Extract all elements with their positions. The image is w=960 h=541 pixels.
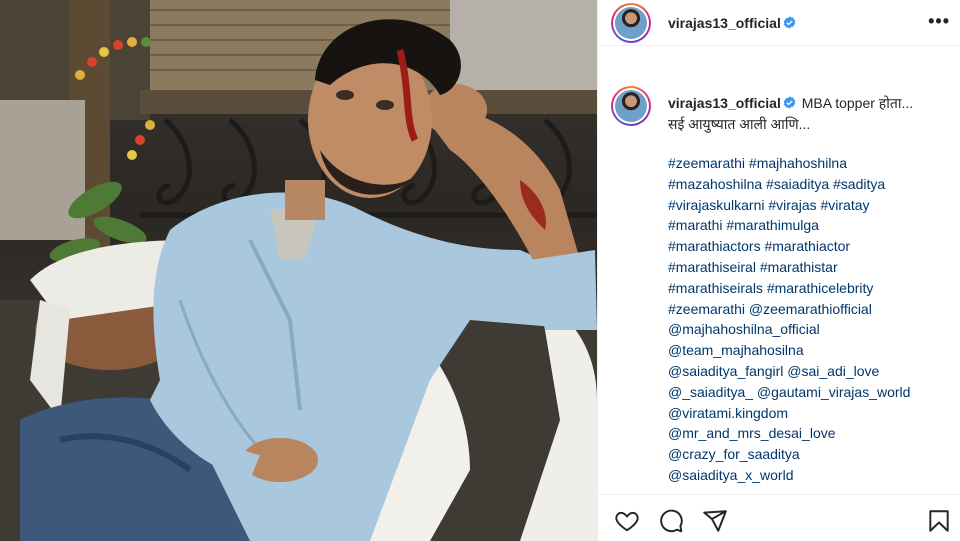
mention-line[interactable]: @mr_and_mrs_desai_love	[668, 423, 953, 444]
caption-text-line1: MBA topper होता...	[801, 95, 914, 111]
caption-username[interactable]: virajas13_official	[668, 95, 781, 111]
mention-line[interactable]: @team_majhahosilna	[668, 340, 953, 361]
mention-line[interactable]: @saiaditya_fangirl @sai_adi_love	[668, 361, 953, 382]
post-photo[interactable]	[0, 0, 597, 541]
action-bar	[598, 494, 960, 541]
more-options-icon[interactable]: •••	[928, 12, 950, 30]
verified-badge-icon	[783, 96, 796, 109]
hashtag-list: #zeemarathi #majhahoshilna #mazahoshilna…	[668, 153, 953, 486]
save-bookmark-icon[interactable]	[926, 508, 952, 534]
avatar[interactable]	[611, 3, 651, 43]
mention-line[interactable]: @crazy_for_saaditya	[668, 444, 953, 465]
mention-line[interactable]: @viratami.kingdom	[668, 403, 953, 424]
hashtag-line[interactable]: #virajaskulkarni #virajas #viratay	[668, 195, 953, 216]
hashtag-line[interactable]: #marathiseiral #marathistar	[668, 257, 953, 278]
hashtag-line[interactable]: #zeemarathi @zeemarathiofficial	[668, 299, 953, 320]
post-header: virajas13_official •••	[598, 0, 960, 46]
hashtag-line[interactable]: #mazahoshilna #saiaditya #saditya	[668, 174, 953, 195]
mention-line[interactable]: @_saiaditya_ @gautami_virajas_world	[668, 382, 953, 403]
share-icon[interactable]	[702, 508, 728, 534]
like-heart-icon[interactable]	[614, 508, 640, 534]
caption-avatar[interactable]	[611, 86, 651, 126]
hashtag-line[interactable]: #marathiseirals #marathicelebrity	[668, 278, 953, 299]
header-username[interactable]: virajas13_official	[668, 15, 781, 31]
mention-line[interactable]: @majhahoshilna_official	[668, 319, 953, 340]
hashtag-line[interactable]: #marathiactors #marathiactor	[668, 236, 953, 257]
post-photo-illustration	[0, 0, 597, 541]
comment-icon[interactable]	[658, 508, 684, 534]
caption-area: virajas13_official MBA topper होता... सई…	[598, 47, 960, 493]
caption-text-line2: सई आयुष्यात आली आणि...	[668, 116, 811, 132]
caption: virajas13_official MBA topper होता... सई…	[668, 93, 953, 135]
verified-badge-icon	[783, 16, 796, 29]
mention-line[interactable]: @saiaditya_x_world	[668, 465, 953, 486]
hashtag-line[interactable]: #marathi #marathimulga	[668, 215, 953, 236]
hashtag-line[interactable]: #zeemarathi #majhahoshilna	[668, 153, 953, 174]
post-details-panel: virajas13_official ••• virajas13_officia…	[597, 0, 960, 541]
